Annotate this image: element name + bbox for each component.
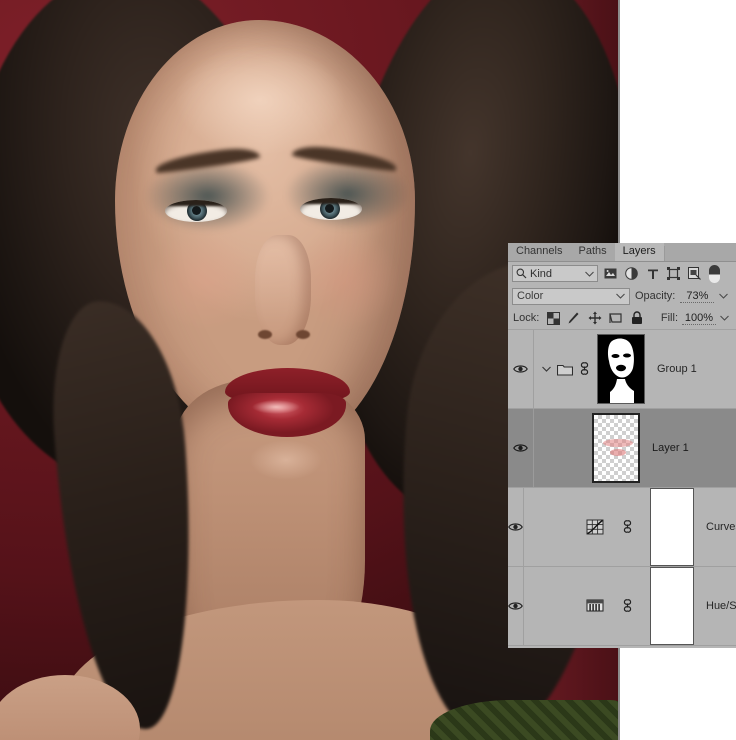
table-row[interactable]: Group 1 xyxy=(508,330,736,409)
fill-control[interactable]: Fill: 100% xyxy=(661,312,731,325)
fill-value[interactable]: 100% xyxy=(682,312,716,325)
filter-kind-select[interactable]: Kind xyxy=(512,265,598,282)
fill-chevron-down-icon[interactable] xyxy=(720,315,729,321)
opacity-value[interactable]: 73% xyxy=(680,290,715,303)
shape-layer-filter-icon[interactable] xyxy=(665,265,682,282)
table-row[interactable]: Layer 1 xyxy=(508,409,736,488)
type-layer-filter-icon[interactable] xyxy=(644,265,661,282)
thumbnail-lip-mark-upper xyxy=(603,439,633,447)
layer-thumb-cell[interactable] xyxy=(534,413,640,483)
lock-fill-row[interactable]: Lock: Fill: 100% xyxy=(508,307,736,330)
blend-opacity-row[interactable]: Color Opacity: 73% xyxy=(508,285,736,307)
panel-tab-bar[interactable]: Channels Paths Layers xyxy=(508,243,736,262)
tab-channels-label: Channels xyxy=(516,245,563,257)
curves-adjustment-icon xyxy=(586,519,604,535)
tab-bar-filler xyxy=(663,246,736,261)
filter-kind-label: Kind xyxy=(530,267,553,280)
layer-visibility-toggle[interactable] xyxy=(508,488,524,566)
nostril-left xyxy=(258,330,272,339)
tab-paths-label: Paths xyxy=(578,245,607,257)
layer-visibility-toggle[interactable] xyxy=(508,409,534,487)
adjustment-layer-filter-icon[interactable] xyxy=(623,265,640,282)
filter-enable-toggle[interactable] xyxy=(709,264,720,283)
magnifier-icon xyxy=(516,268,527,279)
adjustment-layer-controls[interactable] xyxy=(524,567,694,645)
tab-paths[interactable]: Paths xyxy=(570,243,614,261)
lock-image-pixels-icon[interactable] xyxy=(567,311,581,325)
chevron-down-icon[interactable] xyxy=(542,366,551,372)
layer-mask-thumbnail[interactable] xyxy=(650,567,694,645)
lock-position-icon[interactable] xyxy=(588,311,602,325)
opacity-label: Opacity: xyxy=(635,290,676,302)
tab-layers-label: Layers xyxy=(622,245,656,257)
fill-label: Fill: xyxy=(660,312,678,324)
tab-layers[interactable]: Layers xyxy=(614,243,664,261)
lock-label: Lock: xyxy=(513,312,540,324)
eye-icon xyxy=(513,364,528,374)
lock-transparent-pixels-icon[interactable] xyxy=(546,311,560,325)
eye-icon xyxy=(513,443,528,453)
table-row[interactable]: Hue/Saturatio xyxy=(508,567,736,646)
nose xyxy=(255,235,311,345)
eye-icon xyxy=(508,522,523,532)
nostril-right xyxy=(296,330,310,339)
opacity-chevron-down-icon[interactable] xyxy=(719,293,729,299)
link-icon[interactable] xyxy=(579,361,591,377)
layer-visibility-toggle[interactable] xyxy=(508,330,534,408)
layer-mask-thumbnail[interactable] xyxy=(650,488,694,566)
layer-name[interactable]: Group 1 xyxy=(657,363,697,375)
layer-list[interactable]: Group 1 Layer 1 Curve Hue/S xyxy=(508,330,736,646)
table-row[interactable]: Curves 3 xyxy=(508,488,736,567)
layer-name[interactable]: Hue/Saturatio xyxy=(706,600,736,612)
blend-mode-select[interactable]: Color xyxy=(512,287,630,305)
layer-name[interactable]: Curves 3 xyxy=(706,521,736,533)
lock-all-icon[interactable] xyxy=(630,311,644,325)
link-icon[interactable] xyxy=(622,519,634,535)
hue-saturation-adjustment-icon xyxy=(586,598,604,614)
thumbnail-lip-mark-lower xyxy=(610,449,626,456)
layer-name[interactable]: Layer 1 xyxy=(652,442,689,454)
link-icon[interactable] xyxy=(622,598,634,614)
cheek-left xyxy=(150,230,260,330)
layer-visibility-toggle[interactable] xyxy=(508,567,524,645)
pixel-layer-filter-icon[interactable] xyxy=(602,265,619,282)
chin-highlight xyxy=(250,440,322,480)
layer-thumbnail[interactable] xyxy=(592,413,640,483)
tab-channels[interactable]: Channels xyxy=(508,243,570,261)
lip-highlight xyxy=(252,400,300,414)
chevron-down-icon[interactable] xyxy=(585,271,594,277)
forehead-highlight xyxy=(175,45,345,155)
folder-icon xyxy=(557,363,573,376)
lock-artboard-nesting-icon[interactable] xyxy=(609,311,623,325)
eye-icon xyxy=(508,601,523,611)
adjustment-layer-controls[interactable] xyxy=(524,488,694,566)
layer-group-controls[interactable] xyxy=(534,334,645,404)
layer-thumbnail[interactable] xyxy=(597,334,645,404)
blend-mode-value: Color xyxy=(517,290,544,302)
eye-left xyxy=(165,200,227,222)
smart-object-filter-icon[interactable] xyxy=(686,265,703,282)
chevron-down-icon[interactable] xyxy=(616,293,625,299)
layers-panel[interactable]: Channels Paths Layers Kind Color Opacity… xyxy=(508,243,736,648)
layer-filter-row[interactable]: Kind xyxy=(508,262,736,285)
garment-detail xyxy=(430,700,620,740)
eye-right xyxy=(300,198,362,220)
